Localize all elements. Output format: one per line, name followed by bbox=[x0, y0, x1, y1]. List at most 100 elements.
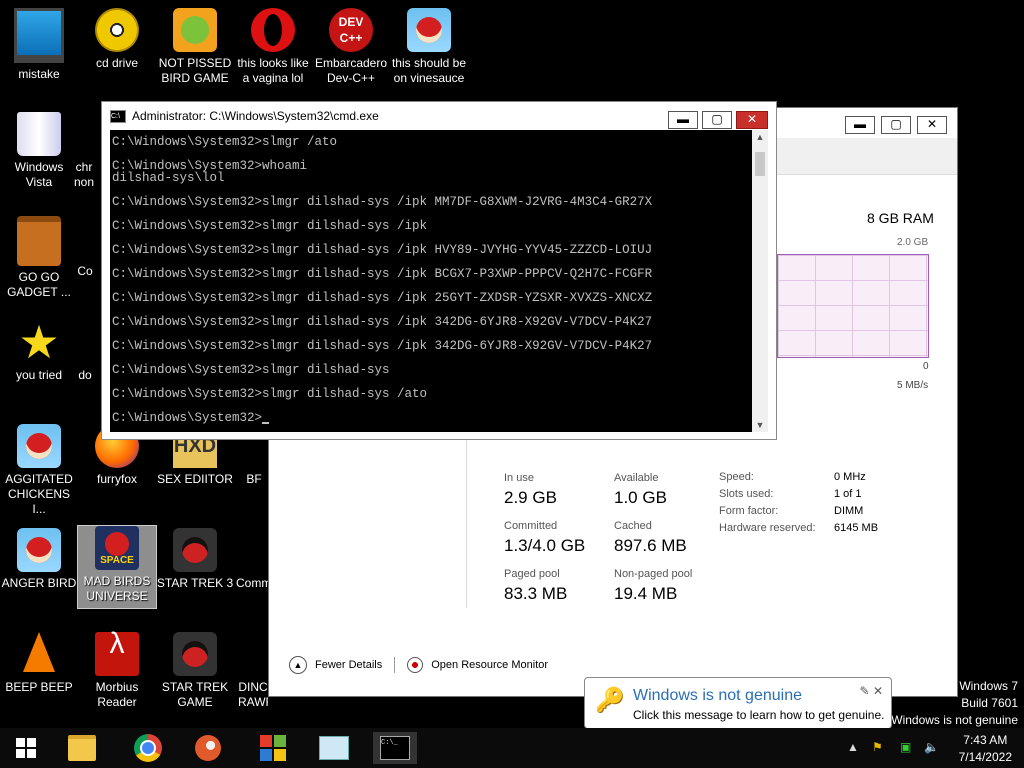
windows-color-logo-icon bbox=[260, 735, 286, 761]
taskmgr-window-controls: ▬ ▢ ✕ bbox=[845, 116, 947, 134]
desktop-icon-mad-birds-universe[interactable]: SPACE MAD BIRDS UNIVERSE bbox=[77, 525, 157, 609]
clock-time: 7:43 AM bbox=[963, 733, 1008, 747]
stat-cached: Cached 897.6 MB bbox=[614, 520, 687, 555]
desktop-icon-comm-partial[interactable]: Comm bbox=[236, 576, 268, 591]
performance-monitor-icon bbox=[319, 736, 349, 760]
devcpp-icon: DEV C++ bbox=[329, 8, 373, 52]
logo-square bbox=[274, 749, 286, 761]
windows-logo-icon bbox=[16, 738, 36, 758]
minimize-button[interactable]: ▬ bbox=[845, 116, 875, 134]
volume-icon[interactable]: 🔈 bbox=[924, 740, 939, 754]
maximize-button[interactable]: ▢ bbox=[881, 116, 911, 134]
clock[interactable]: 7:43 AM 7/14/2022 bbox=[959, 732, 1012, 766]
keys-icon: 🔑 bbox=[595, 687, 625, 714]
desktop-icon-go-go-gadget[interactable]: GO GO GADGET ... bbox=[0, 216, 78, 300]
desktop-icon-bf-partial[interactable]: BF bbox=[240, 472, 268, 487]
notification-message: Click this message to learn how to get g… bbox=[633, 708, 885, 722]
cmd-window[interactable]: C:\ Administrator: C:\Windows\System32\c… bbox=[101, 101, 777, 440]
desktop-icon-mistake[interactable]: mistake bbox=[0, 8, 78, 82]
star-wars-bird-icon bbox=[173, 632, 217, 676]
folder-icon bbox=[68, 735, 96, 761]
vlc-cone-icon bbox=[23, 632, 55, 672]
cmd-window-controls: ▬ ▢ ✕ bbox=[668, 111, 768, 129]
taskmgr-footer: ▲ Fewer Details Open Resource Monitor bbox=[289, 656, 548, 674]
stat-available: Available 1.0 GB bbox=[614, 472, 667, 507]
green-pig-bird-icon bbox=[173, 8, 217, 52]
taskbar-windows-app[interactable] bbox=[251, 732, 295, 764]
desktop-icon-devcpp[interactable]: DEV C++ Embarcadero Dev-C++ bbox=[312, 8, 390, 86]
vertical-scrollbar[interactable]: ▲ ▼ bbox=[752, 130, 768, 432]
star-wars-bird-icon bbox=[173, 528, 217, 572]
stat-paged-pool: Paged pool 83.3 MB bbox=[504, 568, 568, 603]
start-button[interactable] bbox=[4, 732, 48, 764]
desktop-icon-cd-drive[interactable]: cd drive bbox=[78, 8, 156, 71]
chevron-up-icon[interactable]: ▲ bbox=[289, 656, 307, 674]
briefcase-icon bbox=[17, 216, 61, 266]
scroll-thumb[interactable] bbox=[755, 152, 765, 176]
recycle-bin-icon bbox=[17, 112, 61, 156]
desktop-icon-beep-beep[interactable]: BEEP BEEP bbox=[0, 632, 78, 695]
spec-values: 0 MHz 1 of 1 DIMM 6145 MB bbox=[834, 471, 879, 534]
desktop-icon-not-pissed-bird[interactable]: NOT PISSED BIRD GAME bbox=[156, 8, 234, 86]
graph-min-label: 0 bbox=[923, 361, 929, 372]
logo-square bbox=[274, 735, 286, 747]
action-center-flag-icon[interactable]: ⚑ bbox=[872, 740, 883, 754]
angry-bird-icon bbox=[407, 8, 451, 52]
desktop-icon-star-trek-3[interactable]: STAR TREK 3 bbox=[156, 528, 234, 591]
minimize-button[interactable]: ▬ bbox=[668, 111, 698, 129]
cmd-title: Administrator: C:\Windows\System32\cmd.e… bbox=[132, 109, 379, 123]
open-resource-monitor-link[interactable]: Open Resource Monitor bbox=[431, 659, 548, 671]
angry-bird-icon bbox=[17, 424, 61, 468]
resource-monitor-icon[interactable] bbox=[407, 657, 424, 673]
network-icon[interactable]: ▣ bbox=[900, 740, 911, 754]
taskbar: C:\_ ▲ ⚑ ▣ 🔈 7:43 AM 7/14/2022 bbox=[0, 728, 1024, 768]
desktop-icon-morbius-reader[interactable]: Morbius Reader bbox=[78, 632, 156, 710]
acrobat-reader-icon bbox=[95, 632, 139, 676]
fewer-details-link[interactable]: Fewer Details bbox=[315, 659, 382, 671]
separator bbox=[394, 657, 396, 673]
divider bbox=[466, 438, 467, 608]
desktop-icon-co-partial[interactable]: Co bbox=[70, 264, 100, 279]
desktop-icon-aggitated-chickens[interactable]: AGGITATED CHICKENS I... bbox=[0, 424, 78, 517]
close-button[interactable]: ✕ bbox=[917, 116, 947, 134]
cmd-icon: C:\_ bbox=[380, 736, 410, 760]
close-button[interactable]: ✕ bbox=[736, 111, 768, 129]
spec-labels: Speed: Slots used: Form factor: Hardware… bbox=[719, 471, 816, 534]
taskbar-cmd[interactable]: C:\_ bbox=[373, 732, 417, 764]
desktop-icon-dinc-partial[interactable]: DINC RAWR bbox=[238, 680, 268, 710]
paint-icon bbox=[195, 735, 221, 761]
cmd-icon: C:\ bbox=[110, 109, 126, 123]
taskbar-perfmon[interactable] bbox=[312, 732, 356, 764]
ram-total: 8 GB RAM bbox=[867, 210, 934, 226]
taskbar-paint[interactable] bbox=[186, 732, 230, 764]
maximize-button[interactable]: ▢ bbox=[702, 111, 732, 129]
scroll-down-arrow-icon[interactable]: ▼ bbox=[752, 420, 768, 430]
chrome-icon bbox=[134, 734, 162, 762]
desktop-icon-opera[interactable]: this looks like a vagina lol bbox=[234, 8, 312, 86]
disc-icon bbox=[95, 8, 139, 52]
watermark-os: Windows 7 bbox=[959, 679, 1018, 693]
angry-bird-icon bbox=[17, 528, 61, 572]
tray-expand-icon[interactable]: ▲ bbox=[847, 740, 859, 754]
logo-square bbox=[260, 749, 272, 761]
scroll-up-arrow-icon[interactable]: ▲ bbox=[752, 132, 768, 142]
console-text: C:\Windows\System32>slmgr /ato C:\Window… bbox=[112, 135, 653, 425]
opera-icon bbox=[251, 8, 295, 52]
desktop-icon-star-trek-game[interactable]: STAR TREK GAME bbox=[156, 632, 234, 710]
desktop-icon-chrome-partial[interactable]: chr non bbox=[64, 160, 104, 190]
desktop-icon-you-tried[interactable]: ★ you tried bbox=[0, 316, 78, 383]
taskbar-explorer[interactable] bbox=[60, 732, 104, 764]
desktop-icon-vinesauce[interactable]: this should be on vinesauce bbox=[390, 8, 468, 86]
settings-icon[interactable]: ✎ bbox=[860, 684, 870, 698]
desktop-icon-anger-bird[interactable]: ANGER BIRD bbox=[0, 528, 78, 591]
rate-label: 5 MB/s bbox=[897, 380, 929, 391]
desktop-icon-do-partial[interactable]: do bbox=[70, 368, 100, 383]
watermark-build: Build 7601 bbox=[961, 696, 1018, 710]
clock-date: 7/14/2022 bbox=[958, 750, 1012, 764]
taskbar-chrome[interactable] bbox=[126, 732, 170, 764]
console-output[interactable]: C:\Windows\System32>slmgr /ato C:\Window… bbox=[110, 130, 752, 432]
close-icon[interactable]: ✕ bbox=[873, 684, 883, 698]
notification-title: Windows is not genuine bbox=[633, 687, 802, 704]
not-genuine-notification[interactable]: 🔑 Windows is not genuine Click this mess… bbox=[584, 677, 892, 729]
star-icon: ★ bbox=[18, 316, 60, 368]
